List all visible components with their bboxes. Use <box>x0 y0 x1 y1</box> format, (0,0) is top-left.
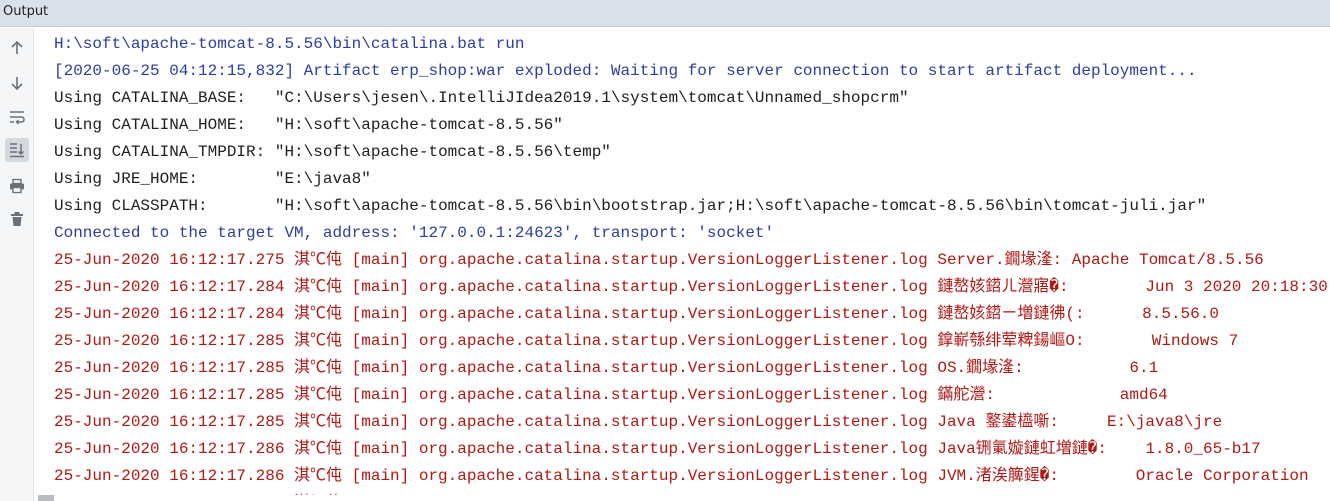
down-arrow-icon <box>9 75 25 91</box>
soft-wrap-icon <box>9 109 25 125</box>
console-log-line: 25-Jun-2020 16:12:17.285 淇℃伅 [main] org.… <box>54 413 1223 431</box>
console-log-line: 25-Jun-2020 16:12:17.285 淇℃伅 [main] org.… <box>54 359 1159 377</box>
console-line-command: H:\soft\apache-tomcat-8.5.56\bin\catalin… <box>54 35 525 53</box>
console-log-line: 25-Jun-2020 16:12:17.286 淇℃伅 [main] org.… <box>54 467 1309 485</box>
scrollbar-thumb[interactable] <box>38 495 54 501</box>
soft-wrap-button[interactable] <box>5 105 29 129</box>
console-line-catalina-home: Using CATALINA_HOME: "H:\soft\apache-tom… <box>54 116 563 134</box>
print-icon <box>9 178 25 194</box>
console-log-line: 25-Jun-2020 16:12:17.285 淇℃伅 [main] org.… <box>54 386 1168 404</box>
console-line-catalina-tmpdir: Using CATALINA_TMPDIR: "H:\soft\apache-t… <box>54 143 611 161</box>
console-toolbar <box>0 28 34 501</box>
down-button[interactable] <box>5 71 29 95</box>
console-output[interactable]: H:\soft\apache-tomcat-8.5.56\bin\catalin… <box>54 31 1330 501</box>
clear-all-button[interactable] <box>5 207 29 231</box>
console-log-line: 25-Jun-2020 16:12:17.286 淇℃伅 [main] org.… <box>54 440 1261 458</box>
horizontal-scrollbar[interactable] <box>34 495 1330 501</box>
up-arrow-icon <box>9 40 25 56</box>
console-log-line: 25-Jun-2020 16:12:17.284 淇℃伅 [main] org.… <box>54 278 1330 296</box>
console-log-line: 25-Jun-2020 16:12:17.284 淇℃伅 [main] org.… <box>54 305 1219 323</box>
console-line-artifact: [2020-06-25 04:12:15,832] Artifact erp_s… <box>54 62 1197 80</box>
panel-title: Output <box>3 4 49 19</box>
print-button[interactable] <box>5 174 29 198</box>
up-button[interactable] <box>5 36 29 60</box>
console-log-line: 25-Jun-2020 16:12:17.285 淇℃伅 [main] org.… <box>54 332 1239 350</box>
console-log-line: 25-Jun-2020 16:12:17.275 淇℃伅 [main] org.… <box>54 251 1264 269</box>
console-line-classpath: Using CLASSPATH: "H:\soft\apache-tomcat-… <box>54 197 1207 215</box>
output-panel: Output H:\soft\apache-tomcat-8.5.56\bin\… <box>0 0 1330 501</box>
scroll-to-end-icon <box>9 142 25 158</box>
panel-header: Output <box>0 0 1330 27</box>
scroll-to-end-button[interactable] <box>5 138 29 162</box>
console-line-catalina-base: Using CATALINA_BASE: "C:\Users\jesen\.In… <box>54 89 909 107</box>
trash-icon <box>9 211 25 227</box>
console-line-jre-home: Using JRE_HOME: "E:\java8" <box>54 170 371 188</box>
console-line-connected: Connected to the target VM, address: '12… <box>54 224 775 242</box>
